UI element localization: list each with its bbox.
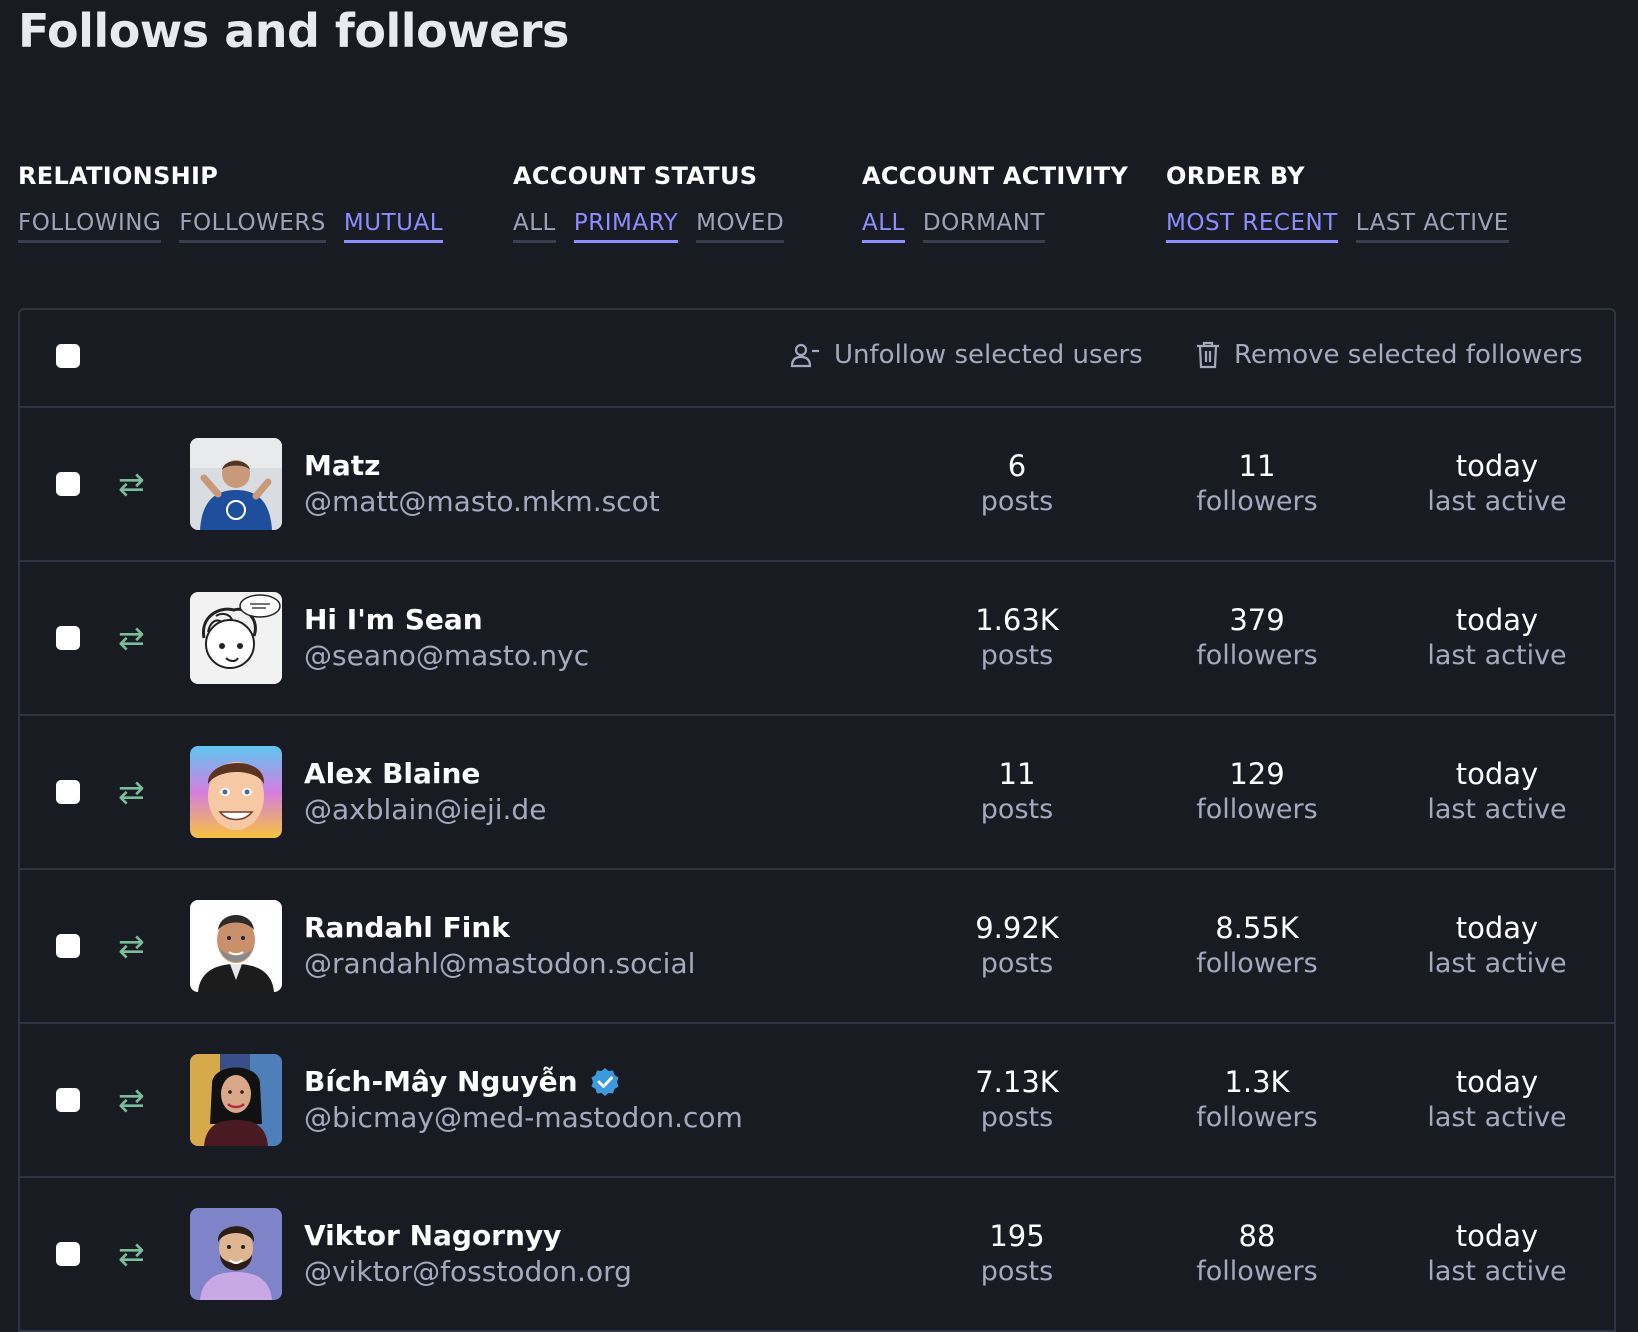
arrows-exchange-icon: ⇄ (118, 619, 145, 657)
followers-count: 8.55K followers (1196, 911, 1318, 979)
filter-heading: ORDER BY (1166, 162, 1305, 190)
filter-order-most-recent[interactable]: MOST RECENT (1166, 210, 1338, 243)
account-handle: @randahl@mastodon.social (304, 947, 696, 980)
row-checkbox[interactable] (56, 1088, 80, 1112)
filter-account-activity: ACCOUNT ACTIVITY ALL DORMANT (862, 162, 1128, 243)
arrows-exchange-icon: ⇄ (118, 1081, 145, 1119)
avatar[interactable] (190, 746, 282, 838)
account-row: ⇄ Bích-Mây Nguyễn @bicmay@med-mastodon.c… (20, 1024, 1614, 1178)
last-active: today last active (1427, 911, 1567, 979)
batch-toolbar: Unfollow selected users Remove selected … (20, 310, 1614, 408)
followers-count: 1.3K followers (1196, 1065, 1318, 1133)
filter-order-by: ORDER BY MOST RECENT LAST ACTIVE (1166, 162, 1509, 243)
account-handle: @viktor@fosstodon.org (304, 1255, 632, 1288)
display-name[interactable]: Alex Blaine (304, 756, 546, 792)
trash-icon (1196, 341, 1220, 369)
arrows-exchange-icon: ⇄ (118, 927, 145, 965)
avatar[interactable] (190, 592, 282, 684)
user-minus-icon (790, 342, 820, 368)
posts-count: 9.92K posts (975, 911, 1059, 979)
row-checkbox[interactable] (56, 934, 80, 958)
posts-count: 6 posts (980, 449, 1054, 517)
last-active: today last active (1427, 603, 1567, 671)
account-row: ⇄ Matz @matt@masto.mkm.scot 6 posts 11 f… (20, 408, 1614, 562)
unfollow-selected-label: Unfollow selected users (834, 340, 1143, 370)
filter-activity-dormant[interactable]: DORMANT (922, 210, 1046, 243)
remove-selected-button[interactable]: Remove selected followers (1196, 340, 1583, 370)
filter-status-moved[interactable]: MOVED (696, 210, 785, 243)
remove-selected-label: Remove selected followers (1234, 340, 1583, 370)
last-active: today last active (1427, 449, 1567, 517)
display-name[interactable]: Hi I'm Sean (304, 602, 589, 638)
avatar[interactable] (190, 900, 282, 992)
last-active: today last active (1427, 757, 1567, 825)
filter-status-all[interactable]: ALL (513, 210, 556, 243)
row-checkbox[interactable] (56, 472, 80, 496)
filter-followers[interactable]: FOLLOWERS (179, 210, 326, 243)
followers-count: 379 followers (1196, 603, 1318, 671)
account-handle: @matt@masto.mkm.scot (304, 485, 660, 518)
avatar[interactable] (190, 1208, 282, 1300)
followers-count: 129 followers (1196, 757, 1318, 825)
posts-count: 7.13K posts (975, 1065, 1059, 1133)
avatar[interactable] (190, 1054, 282, 1146)
filter-heading: ACCOUNT ACTIVITY (862, 162, 1129, 190)
display-name[interactable]: Matz (304, 448, 660, 484)
followers-count: 88 followers (1196, 1219, 1318, 1287)
page-title: Follows and followers (18, 4, 569, 58)
filter-mutual[interactable]: MUTUAL (343, 210, 444, 243)
filter-status-primary[interactable]: PRIMARY (573, 210, 679, 243)
display-name[interactable]: Bích-Mây Nguyễn (304, 1064, 743, 1100)
filter-order-last-active[interactable]: LAST ACTIVE (1355, 210, 1509, 243)
account-handle: @axblain@ieji.de (304, 793, 547, 826)
avatar[interactable] (190, 438, 282, 530)
unfollow-selected-button[interactable]: Unfollow selected users (790, 340, 1143, 370)
accounts-panel: Unfollow selected users Remove selected … (18, 308, 1616, 1332)
display-name[interactable]: Randahl Fink (304, 910, 695, 946)
posts-count: 195 posts (980, 1219, 1054, 1287)
filter-following[interactable]: FOLLOWING (18, 210, 162, 243)
followers-count: 11 followers (1196, 449, 1318, 517)
arrows-exchange-icon: ⇄ (118, 1235, 145, 1273)
posts-count: 1.63K posts (975, 603, 1059, 671)
filter-activity-all[interactable]: ALL (862, 210, 905, 243)
last-active: today last active (1427, 1065, 1567, 1133)
row-checkbox[interactable] (56, 1242, 80, 1266)
arrows-exchange-icon: ⇄ (118, 773, 145, 811)
filter-heading: RELATIONSHIP (18, 162, 219, 190)
posts-count: 11 posts (980, 757, 1054, 825)
filter-account-status: ACCOUNT STATUS ALL PRIMARY MOVED (513, 162, 785, 243)
select-all-checkbox[interactable] (56, 344, 80, 368)
filter-heading: ACCOUNT STATUS (513, 162, 758, 190)
row-checkbox[interactable] (56, 780, 80, 804)
arrows-exchange-icon: ⇄ (118, 465, 145, 503)
account-row: ⇄ Hi I'm Sean @seano@masto.nyc 1.63K pos… (20, 562, 1614, 716)
account-handle: @bicmay@med-mastodon.com (304, 1101, 743, 1134)
follows-page: Follows and followers RELATIONSHIP FOLLO… (0, 0, 1638, 1332)
filter-relationship: RELATIONSHIP FOLLOWING FOLLOWERS MUTUAL (18, 162, 444, 243)
account-handle: @seano@masto.nyc (304, 639, 590, 672)
display-name[interactable]: Viktor Nagornyy (304, 1218, 632, 1254)
account-row: ⇄ Viktor Nagornyy @viktor@fosstodon.org (20, 1178, 1614, 1332)
account-row: ⇄ Randahl Fink @randahl@mastodon.social (20, 870, 1614, 1024)
last-active: today last active (1427, 1219, 1567, 1287)
row-checkbox[interactable] (56, 626, 80, 650)
verified-badge-icon (590, 1067, 620, 1097)
account-row: ⇄ Alex Blaine @axblain@ieji.de 11 posts … (20, 716, 1614, 870)
